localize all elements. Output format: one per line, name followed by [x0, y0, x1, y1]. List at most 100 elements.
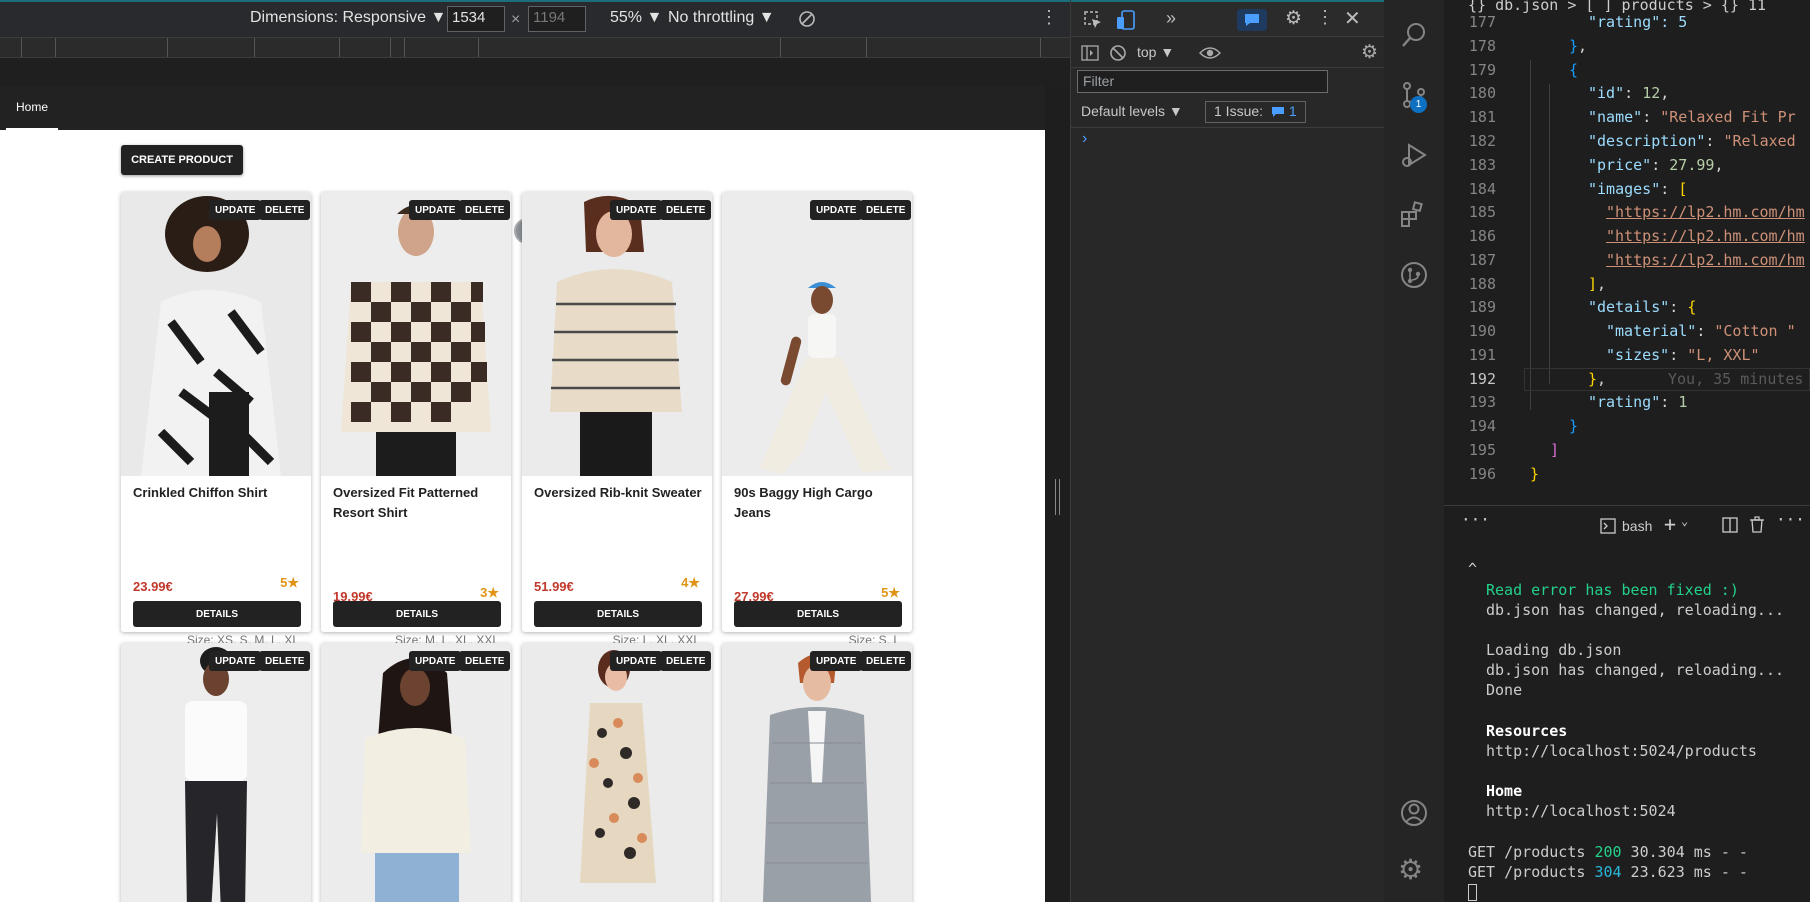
- line-number-active: 192: [1468, 370, 1496, 388]
- update-button[interactable]: UPDATE: [409, 651, 462, 671]
- product-image[interactable]: [321, 192, 511, 476]
- live-expression-eye-icon[interactable]: [1199, 45, 1221, 61]
- dimensions-dropdown[interactable]: Dimensions: Responsive ▼: [250, 9, 446, 27]
- account-icon[interactable]: [1399, 798, 1429, 828]
- code-key: "material": [1606, 322, 1697, 340]
- terminal-panel: ··· bash + ⌄ ··· ^ Read error has been f…: [1444, 505, 1810, 902]
- delete-button[interactable]: DELETE: [660, 651, 712, 671]
- sidebar-toggle-icon[interactable]: [1081, 45, 1099, 61]
- delete-button[interactable]: DELETE: [459, 200, 511, 220]
- chevron-down-icon[interactable]: ⌄: [1681, 514, 1688, 528]
- line-number: 196: [1468, 465, 1496, 483]
- panel-more-icon[interactable]: ···: [1461, 510, 1490, 529]
- product-card: UPDATE DELETE: [522, 643, 712, 902]
- default-levels-dropdown[interactable]: Default levels ▼: [1081, 103, 1183, 119]
- request-suffix: 23.623 ms - -: [1621, 863, 1748, 881]
- code-line: }: [1530, 465, 1540, 483]
- resize-handle-icon[interactable]: [1055, 479, 1060, 515]
- nav-tab-home[interactable]: Home: [6, 86, 58, 130]
- code-line: "rating": 5: [1588, 13, 1687, 31]
- console-filter-input[interactable]: Filter: [1077, 70, 1328, 93]
- update-button[interactable]: UPDATE: [610, 651, 663, 671]
- update-button[interactable]: UPDATE: [810, 651, 863, 671]
- search-icon[interactable]: [1399, 20, 1429, 50]
- update-button[interactable]: UPDATE: [209, 651, 262, 671]
- run-debug-icon[interactable]: [1399, 140, 1429, 170]
- product-image[interactable]: [522, 643, 712, 902]
- throttling-dropdown[interactable]: No throttling ▼: [668, 9, 775, 27]
- line-number: 194: [1468, 417, 1496, 435]
- width-input[interactable]: 1534: [447, 6, 505, 32]
- product-card: UPDATE DELETE: [121, 643, 311, 902]
- clear-console-icon[interactable]: [1109, 44, 1127, 62]
- code-key: "name": [1588, 108, 1643, 126]
- code-line: ]: [1550, 441, 1560, 459]
- product-image[interactable]: [722, 643, 912, 902]
- new-terminal-icon[interactable]: +: [1664, 512, 1676, 536]
- zoom-dropdown[interactable]: 55% ▼: [610, 9, 662, 27]
- code-line: "id": 12,: [1588, 84, 1670, 102]
- trash-icon[interactable]: [1749, 516, 1765, 533]
- terminal-more-icon[interactable]: ···: [1776, 510, 1805, 529]
- breadcrumb[interactable]: {} db.json > [ ] products > {} 11: [1468, 0, 1766, 14]
- terminal-shell-label[interactable]: bash: [1622, 518, 1652, 534]
- product-image[interactable]: [121, 192, 311, 476]
- close-icon[interactable]: ✕: [1344, 6, 1361, 31]
- inspect-element-icon[interactable]: [1083, 10, 1103, 30]
- context-selector[interactable]: top ▼: [1137, 44, 1174, 60]
- delete-button[interactable]: DELETE: [860, 651, 912, 671]
- product-material: Material: Cotton: [414, 615, 499, 629]
- console-settings-gear-icon[interactable]: ⚙: [1361, 41, 1378, 64]
- code-line: "sizes": "L, XXL": [1606, 346, 1760, 364]
- issues-button[interactable]: 1 Issue: 1: [1205, 101, 1306, 123]
- delete-button[interactable]: DELETE: [660, 200, 712, 220]
- code-url[interactable]: "https://lp2.hm.com/hm: [1606, 203, 1805, 221]
- terminal-cursor[interactable]: [1468, 884, 1477, 901]
- rotate-icon[interactable]: [798, 10, 816, 28]
- update-button[interactable]: UPDATE: [209, 200, 262, 220]
- delete-button[interactable]: DELETE: [459, 651, 511, 671]
- console-prompt[interactable]: ›: [1082, 130, 1087, 148]
- settings-gear-icon[interactable]: ⚙: [1285, 7, 1302, 30]
- product-image[interactable]: [321, 643, 511, 902]
- update-button[interactable]: UPDATE: [610, 200, 663, 220]
- code-line: }: [1569, 417, 1579, 435]
- delete-button[interactable]: DELETE: [259, 200, 311, 220]
- git-graph-icon[interactable]: [1399, 260, 1429, 290]
- devtools-more-icon[interactable]: ⋮: [1316, 7, 1334, 28]
- line-number: 180: [1468, 84, 1496, 102]
- git-blame-annotation: You, 35 minutes: [1668, 370, 1804, 388]
- terminal-line: Home: [1486, 782, 1523, 800]
- product-image[interactable]: [522, 192, 712, 476]
- delete-button[interactable]: DELETE: [259, 651, 311, 671]
- code-url[interactable]: "https://lp2.hm.com/hm: [1606, 227, 1805, 245]
- extensions-icon[interactable]: [1399, 200, 1429, 230]
- create-product-button[interactable]: CREATE PRODUCT: [121, 145, 243, 175]
- more-tabs-icon[interactable]: »: [1166, 8, 1176, 29]
- code-value: 12: [1642, 84, 1661, 102]
- device-toggle-icon[interactable]: [1115, 9, 1137, 31]
- terminal-link[interactable]: http://localhost:5024/products: [1486, 742, 1757, 760]
- code-url[interactable]: "https://lp2.hm.com/hm: [1606, 251, 1805, 269]
- update-button[interactable]: UPDATE: [810, 200, 863, 220]
- code-key: "details": [1588, 298, 1670, 316]
- product-image[interactable]: [722, 192, 912, 476]
- line-number: 188: [1468, 275, 1496, 293]
- indent-guide: [1549, 84, 1550, 384]
- issues-toggle[interactable]: [1237, 9, 1267, 31]
- line-number: 181: [1468, 108, 1496, 126]
- delete-button[interactable]: DELETE: [860, 200, 912, 220]
- terminal-icon: [1600, 518, 1616, 534]
- product-price: 51.99€: [534, 579, 574, 594]
- product-image[interactable]: [121, 643, 311, 902]
- issues-count: 1: [1288, 103, 1297, 119]
- viewport-resize-strip: [1045, 86, 1070, 902]
- more-options-icon[interactable]: ⋮: [1040, 7, 1058, 28]
- height-input[interactable]: 1194: [528, 6, 586, 32]
- line-number: 177: [1468, 13, 1496, 31]
- terminal-link[interactable]: http://localhost:5024: [1486, 802, 1676, 820]
- product-rating: 5★: [280, 575, 299, 590]
- manage-gear-icon[interactable]: ⚙: [1398, 853, 1423, 886]
- update-button[interactable]: UPDATE: [409, 200, 462, 220]
- split-terminal-icon[interactable]: [1722, 517, 1738, 533]
